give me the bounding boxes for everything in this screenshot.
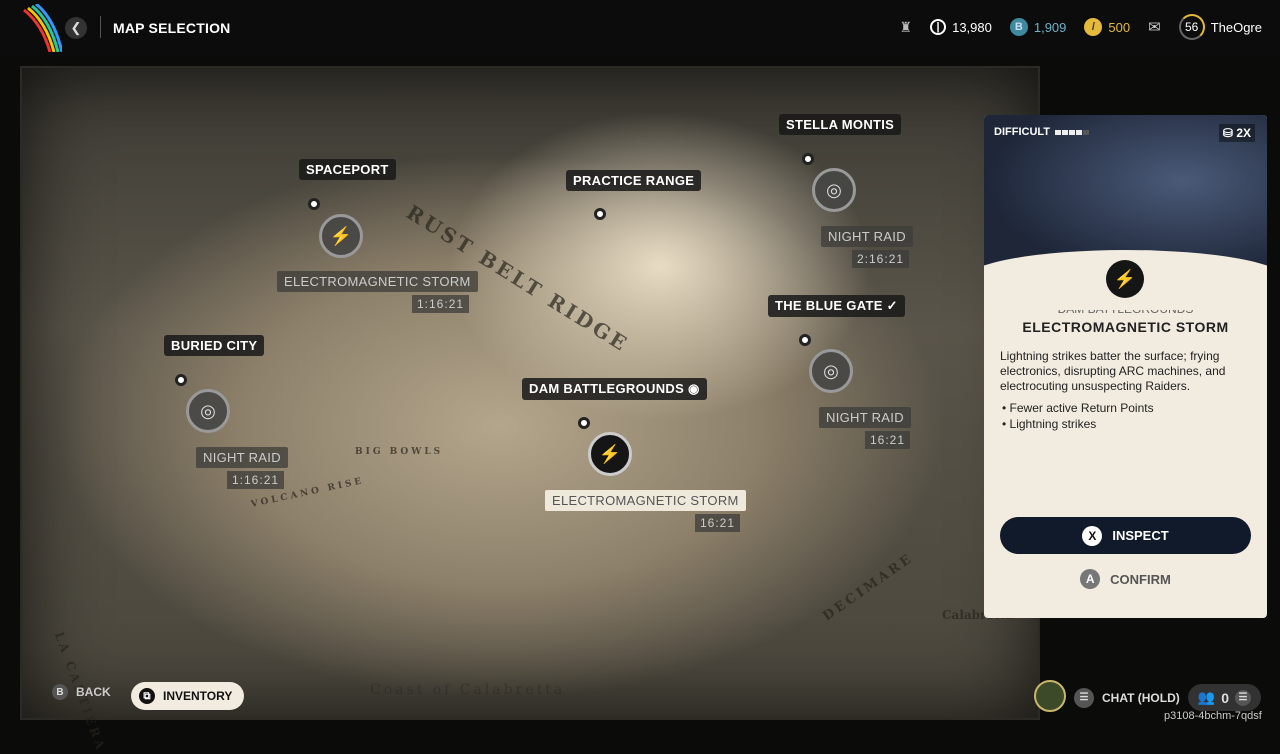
storm-image: DIFFICULT ⛁ 2X bbox=[984, 115, 1267, 310]
menu-button-icon: ☰ bbox=[1235, 689, 1251, 706]
mail-icon[interactable]: ✉ bbox=[1148, 18, 1161, 36]
panel-title: ELECTROMAGNETIC STORM bbox=[1022, 319, 1229, 335]
bird-icon: ✓ bbox=[886, 298, 898, 313]
inventory-button[interactable]: ⧉ INVENTORY bbox=[131, 682, 245, 710]
difficulty-indicator: DIFFICULT bbox=[994, 126, 1090, 138]
difficulty-bar bbox=[1055, 130, 1062, 135]
multiplier-badge: ⛁ 2X bbox=[1218, 124, 1255, 142]
night-raid-icon[interactable]: ◎ bbox=[809, 349, 853, 393]
currency-bar: ♜ | 13,980 B 1,909 /500 ✉ 56 TheOgre bbox=[900, 14, 1262, 40]
party-icon: 👥 bbox=[1197, 689, 1216, 705]
game-logo bbox=[23, 4, 62, 52]
night-raid-icon[interactable]: ◎ bbox=[812, 168, 856, 212]
storm-modifier-icon-selected[interactable]: ⚡ bbox=[588, 432, 632, 476]
top-bar: ❮ MAP SELECTION ♜ | 13,980 B 1,909 /500 ✉ … bbox=[0, 0, 1280, 56]
x-button-icon: X bbox=[1082, 525, 1103, 546]
inspect-button[interactable]: X INSPECT bbox=[1000, 517, 1251, 554]
modifier-label: NIGHT RAID bbox=[819, 407, 911, 428]
shield-icon: ◉ bbox=[688, 381, 700, 396]
gold-currency-stat: /500 bbox=[1084, 18, 1130, 36]
party-indicator[interactable]: 👥 0 ☰ bbox=[1187, 684, 1261, 711]
difficulty-bar bbox=[1062, 130, 1069, 135]
difficulty-bar bbox=[1083, 130, 1090, 135]
view-button-icon: ⧉ bbox=[139, 688, 155, 704]
location-label-spaceport[interactable]: SPACEPORT bbox=[299, 159, 396, 180]
a-button-icon: A bbox=[1080, 569, 1101, 589]
page-title: MAP SELECTION bbox=[113, 20, 231, 36]
location-pin[interactable] bbox=[799, 334, 811, 346]
modifier-timer: 2:16:21 bbox=[852, 250, 910, 268]
modifier-timer: 1:16:21 bbox=[412, 295, 470, 313]
chat-control[interactable]: ☰ CHAT (HOLD) 👥 0 ☰ bbox=[1074, 684, 1261, 711]
location-label-practice-range[interactable]: PRACTICE RANGE bbox=[566, 170, 702, 191]
region-label: BIG BOWLS bbox=[355, 447, 444, 457]
effect-item: • Fewer active Return Points bbox=[1002, 401, 1154, 415]
location-label-buried-city[interactable]: BURIED CITY bbox=[164, 335, 265, 356]
level-badge: 56 bbox=[1178, 14, 1205, 40]
shield-icon: ⛁ bbox=[1222, 126, 1233, 140]
player-avatar[interactable] bbox=[1034, 680, 1066, 712]
confirm-button[interactable]: A CONFIRM bbox=[1000, 567, 1251, 591]
chevron-left-icon: ❮ bbox=[70, 20, 82, 35]
modifier-timer: 16:21 bbox=[865, 431, 911, 449]
modifier-timer: 16:21 bbox=[695, 514, 741, 532]
modifier-label: NIGHT RAID bbox=[821, 226, 913, 247]
night-raid-icon[interactable]: ◎ bbox=[186, 389, 230, 433]
back-button[interactable]: ❮ bbox=[65, 17, 87, 39]
session-code: p3108-4bchm-7qdsf bbox=[1164, 710, 1262, 722]
panel-description: Lightning strikes batter the surface; fr… bbox=[1000, 349, 1226, 393]
location-pin-selected[interactable] bbox=[578, 417, 590, 429]
trophy-icon[interactable]: ♜ bbox=[900, 19, 913, 36]
lightning-icon: ⚡ bbox=[1106, 260, 1144, 298]
coins-stat: | 13,980 bbox=[930, 19, 992, 35]
modifier-details-panel: DIFFICULT ⛁ 2X ⚡ DAM BATTLEGROUNDS ELECT… bbox=[984, 115, 1267, 618]
difficulty-bar bbox=[1069, 130, 1076, 135]
player-profile[interactable]: 56 TheOgre bbox=[1178, 14, 1262, 40]
location-pin[interactable] bbox=[308, 198, 320, 210]
region-label: Coast of Calabretta bbox=[370, 682, 566, 698]
menu-button-icon: ☰ bbox=[1074, 687, 1094, 708]
location-pin[interactable] bbox=[175, 374, 187, 386]
difficulty-bars bbox=[1055, 126, 1090, 138]
blue-token-icon: B bbox=[1009, 18, 1028, 36]
divider bbox=[100, 16, 101, 38]
back-action[interactable]: B BACK bbox=[52, 684, 111, 700]
location-pin[interactable] bbox=[594, 208, 606, 220]
modifier-label-selected: ELECTROMAGNETIC STORM bbox=[545, 490, 746, 511]
location-label-dam-battlegrounds[interactable]: DAM BATTLEGROUNDS ◉ bbox=[522, 378, 707, 400]
effects-list: • Fewer active Return Points • Lightning… bbox=[1002, 400, 1267, 432]
modifier-timer: 1:16:21 bbox=[227, 471, 285, 489]
location-pin[interactable] bbox=[802, 153, 814, 165]
location-label-stella-montis[interactable]: STELLA MONTIS bbox=[779, 114, 902, 135]
gold-token-icon: / bbox=[1084, 18, 1103, 36]
difficulty-bar bbox=[1076, 130, 1083, 135]
location-label-the-blue-gate[interactable]: THE BLUE GATE ✓ bbox=[768, 295, 905, 317]
coin-icon: | bbox=[930, 19, 947, 35]
blue-currency-stat: B 1,909 bbox=[1009, 18, 1066, 36]
effect-item: • Lightning strikes bbox=[1002, 417, 1097, 431]
storm-modifier-icon[interactable]: ⚡ bbox=[319, 214, 363, 258]
b-button-icon: B bbox=[52, 684, 68, 700]
modifier-label: NIGHT RAID bbox=[196, 447, 288, 468]
modifier-label: ELECTROMAGNETIC STORM bbox=[277, 271, 478, 292]
